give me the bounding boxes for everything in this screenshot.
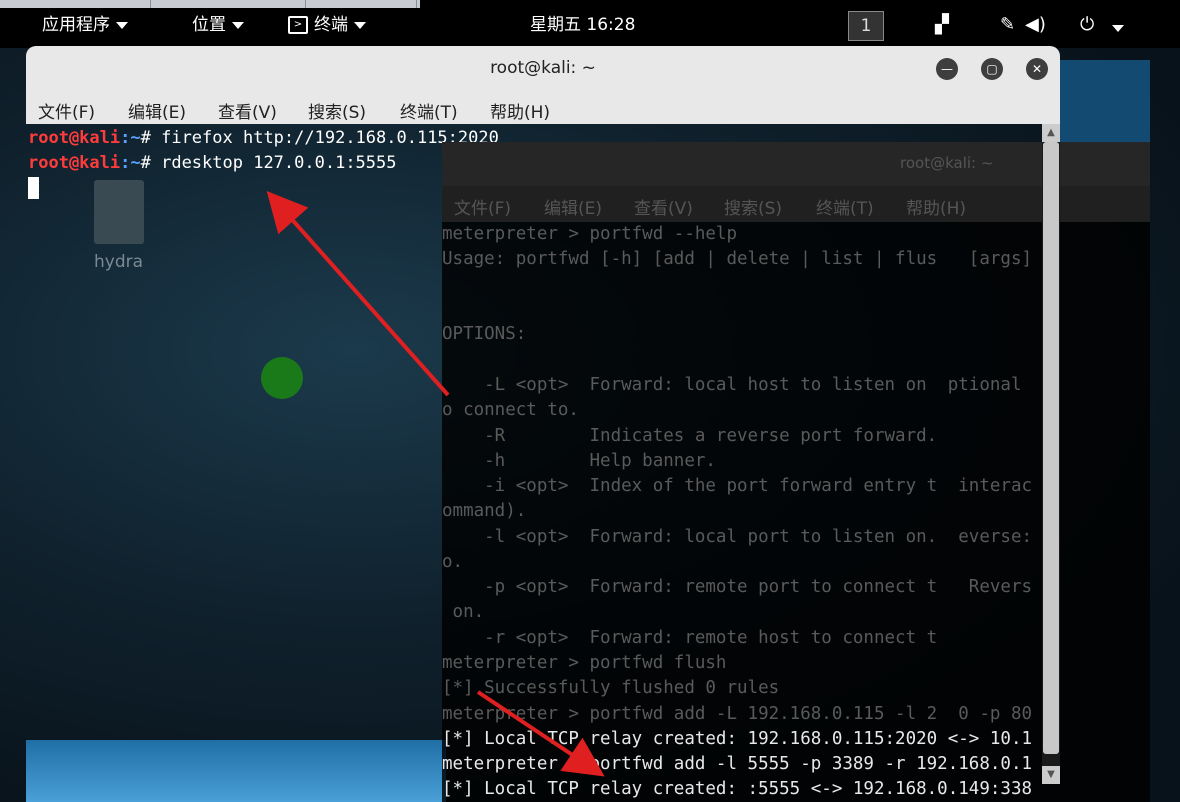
scrollbar-thumb[interactable] xyxy=(1043,142,1059,754)
workspace-indicator[interactable]: 1 xyxy=(848,11,884,41)
terminal-line: root@kali:~# rdesktop 127.0.0.1:5555 xyxy=(28,153,397,173)
terminal-line: -h Help banner. xyxy=(442,451,716,471)
chevron-down-icon xyxy=(232,21,244,29)
menu-help[interactable]: 帮助(H) xyxy=(490,98,550,123)
menu-help[interactable]: 帮助(H) xyxy=(906,194,966,219)
places-menu[interactable]: 位置 xyxy=(192,14,244,36)
terminal-label: 终端 xyxy=(314,15,348,35)
menu-view[interactable]: 查看(V) xyxy=(634,194,693,219)
chevron-down-icon xyxy=(116,21,128,29)
terminal-line: -L <opt> Forward: local host to listen o… xyxy=(442,375,1022,395)
text-cursor xyxy=(28,177,39,199)
terminal-line: o. xyxy=(442,552,464,572)
terminal-line: Usage: portfwd [-h] [add | delete | list… xyxy=(442,249,1033,269)
terminal-line: -R Indicates a reverse port forward. xyxy=(442,426,938,446)
terminal-icon: > xyxy=(288,16,308,34)
terminal-line: -p <opt> Forward: remote port to connect… xyxy=(442,577,1033,597)
webcam-icon[interactable]: ▞ xyxy=(935,14,949,36)
terminal-menu[interactable]: > 终端 xyxy=(288,14,366,36)
menu-search[interactable]: 搜索(S) xyxy=(308,98,366,123)
panel-strip xyxy=(0,0,420,8)
menu-view[interactable]: 查看(V) xyxy=(218,98,277,123)
terminal-line: -r <opt> Forward: remote host to connect… xyxy=(442,628,938,648)
menu-terminal[interactable]: 终端(T) xyxy=(400,98,458,123)
menu-file[interactable]: 文件(F) xyxy=(38,98,95,123)
terminal-line: ommand). xyxy=(442,501,527,521)
power-icon[interactable]: ⏻ xyxy=(1080,14,1094,36)
menu-edit[interactable]: 编辑(E) xyxy=(544,194,602,219)
terminal-line: -l <opt> Forward: local port to listen o… xyxy=(442,527,1033,547)
applications-menu[interactable]: 应用程序 xyxy=(42,14,128,36)
menu-edit[interactable]: 编辑(E) xyxy=(128,98,186,123)
terminal-line: -i <opt> Index of the port forward entry… xyxy=(442,476,1033,496)
menu-terminal[interactable]: 终端(T) xyxy=(816,194,874,219)
terminal-line: meterpreter > portfwd --help xyxy=(442,224,738,244)
terminal-line: meterpreter > portfwd add -L 192.168.0.1… xyxy=(442,704,1033,724)
terminal-line: o connect to. xyxy=(442,400,579,420)
close-button[interactable]: ✕ xyxy=(1026,58,1048,80)
chevron-down-icon xyxy=(354,21,366,29)
applications-label: 应用程序 xyxy=(42,15,110,35)
scroll-up-arrow[interactable]: ▲ xyxy=(1042,124,1060,142)
window-titlebar[interactable]: root@kali: ~ — ▢ ✕ xyxy=(26,46,1060,94)
window-title: root@kali: ~ xyxy=(490,58,596,78)
top-panel: 应用程序 位置 > 终端 星期五 16:28 1 ▞ ✎ ◀) ⏻ xyxy=(0,0,1180,48)
places-label: 位置 xyxy=(192,15,226,35)
chevron-down-icon[interactable] xyxy=(1106,17,1124,39)
maximize-button[interactable]: ▢ xyxy=(981,58,1003,80)
window-title: root@kali: ~ xyxy=(900,154,994,172)
terminal-line: OPTIONS: xyxy=(442,324,527,344)
terminal-line: meterpreter > portfwd flush xyxy=(442,653,727,673)
window-menubar: 文件(F) 编辑(E) 查看(V) 搜索(S) 终端(T) 帮助(H) xyxy=(26,94,1060,124)
minimize-button[interactable]: — xyxy=(936,58,958,80)
terminal-line: meterpreter > portfwd add -l 5555 -p 338… xyxy=(442,754,1033,774)
terminal-scrollbar[interactable]: ▲ ▼ xyxy=(1042,124,1060,784)
clock[interactable]: 星期五 16:28 xyxy=(530,14,635,36)
terminal-line: root@kali:~# firefox http://192.168.0.11… xyxy=(28,128,499,148)
terminal-line: [*] Local TCP relay created: :5555 <-> 1… xyxy=(442,779,1033,799)
network-icon[interactable]: ✎ xyxy=(1000,14,1015,36)
menu-search[interactable]: 搜索(S) xyxy=(724,194,782,219)
terminal-line: on. xyxy=(442,602,485,622)
volume-icon[interactable]: ◀) xyxy=(1025,14,1046,36)
scroll-down-arrow[interactable]: ▼ xyxy=(1042,766,1060,784)
terminal-line: [*] Successfully flushed 0 rules xyxy=(442,678,780,698)
terminal-line: [*] Local TCP relay created: 192.168.0.1… xyxy=(442,729,1033,749)
menu-file[interactable]: 文件(F) xyxy=(454,194,511,219)
